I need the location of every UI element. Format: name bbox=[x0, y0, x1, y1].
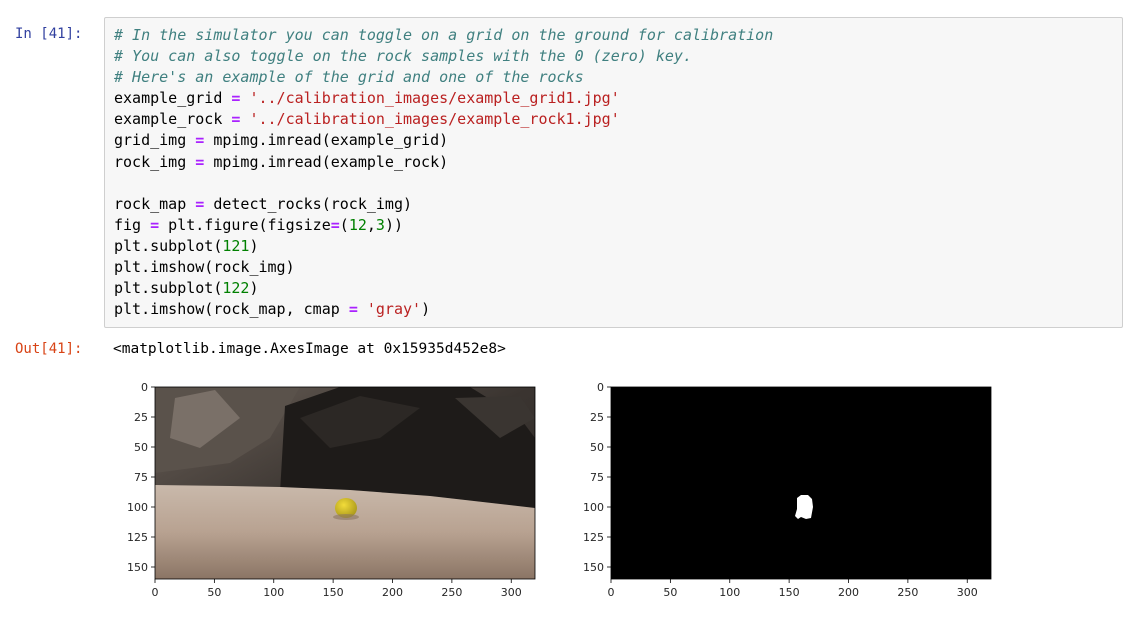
x-tick-label: 0 bbox=[152, 586, 159, 599]
code-token: , bbox=[366, 215, 376, 234]
code-token: = bbox=[348, 300, 358, 319]
x-tick-label: 300 bbox=[957, 586, 978, 599]
y-tick-label: 150 bbox=[127, 561, 148, 574]
y-tick-label: 100 bbox=[127, 501, 148, 514]
code-line: plt.subplot(121) bbox=[114, 237, 259, 255]
x-tick-label: 100 bbox=[263, 586, 284, 599]
x-tick-label: 150 bbox=[323, 586, 344, 599]
code-token: rock_map bbox=[114, 194, 196, 213]
x-tick-label: 250 bbox=[897, 586, 918, 599]
code-token: 3 bbox=[375, 215, 385, 234]
code-token: plt.imshow(rock_img) bbox=[114, 258, 295, 277]
y-tick-label: 125 bbox=[127, 531, 148, 544]
x-tick-label: 200 bbox=[838, 586, 859, 599]
rock-camera-image bbox=[155, 387, 535, 579]
code-token: ) bbox=[249, 279, 259, 298]
rock-map-axes: 0 25 50 75 100 125 150 0 50 100 150 200 250 300 bbox=[583, 381, 992, 599]
code-token: )) bbox=[384, 215, 403, 234]
x-tick-label: 250 bbox=[441, 586, 462, 599]
code-token: '../calibration_images/example_grid1.jpg… bbox=[249, 89, 620, 108]
code-token: 'gray' bbox=[366, 300, 422, 319]
code-token: mpimg.imread(example_grid) bbox=[204, 131, 449, 150]
code-token: = bbox=[195, 152, 205, 171]
y-tick-label: 25 bbox=[590, 411, 604, 424]
y-tick-label: 50 bbox=[134, 441, 148, 454]
code-line: rock_map = detect_rocks(rock_img) bbox=[114, 195, 412, 213]
y-tick-label: 125 bbox=[583, 531, 604, 544]
y-tick-label: 150 bbox=[583, 561, 604, 574]
code-token: '../calibration_images/example_rock1.jpg… bbox=[249, 110, 620, 129]
y-tick-label: 50 bbox=[590, 441, 604, 454]
code-line: plt.imshow(rock_map, cmap = 'gray') bbox=[114, 300, 430, 318]
code-line: example_grid = '../calibration_images/ex… bbox=[114, 89, 620, 107]
code-token: ) bbox=[249, 236, 259, 255]
x-tick-label: 300 bbox=[501, 586, 522, 599]
rock-map-image bbox=[611, 387, 991, 579]
x-tick-label: 0 bbox=[608, 586, 615, 599]
code-token: = bbox=[330, 215, 340, 234]
code-token: 12 bbox=[348, 215, 367, 234]
x-tick-label: 50 bbox=[663, 586, 677, 599]
code-line: # Here's an example of the grid and one … bbox=[114, 68, 584, 86]
code-token: detect_rocks(rock_img) bbox=[204, 194, 413, 213]
code-token: = bbox=[150, 215, 160, 234]
y-tick-label: 75 bbox=[134, 471, 148, 484]
y-tick-label: 0 bbox=[141, 381, 148, 394]
code-token: mpimg.imread(example_rock) bbox=[204, 152, 449, 171]
code-token: plt.imshow(rock_map, cmap bbox=[114, 300, 349, 319]
x-tick-label: 200 bbox=[382, 586, 403, 599]
y-tick-label: 25 bbox=[134, 411, 148, 424]
code-token: plt.figure(figsize bbox=[159, 215, 331, 234]
code-line: example_rock = '../calibration_images/ex… bbox=[114, 110, 620, 128]
output-figure: 0 25 50 75 100 125 150 0 50 100 150 200 250 300 0 25 5… bbox=[127, 381, 992, 599]
code-token: # In the simulator you can toggle on a g… bbox=[114, 26, 774, 44]
code-token: # You can also toggle on the rock sample… bbox=[114, 47, 692, 66]
y-tick-label: 75 bbox=[590, 471, 604, 484]
x-tick-label: 50 bbox=[207, 586, 221, 599]
detected-rock-blob bbox=[795, 495, 813, 519]
output-repr-text: <matplotlib.image.AxesImage at 0x15935d4… bbox=[113, 341, 506, 357]
code-token: 122 bbox=[222, 279, 250, 298]
code-token: = bbox=[195, 194, 205, 213]
code-token: rock_img bbox=[114, 152, 196, 171]
code-token: plt.subplot( bbox=[114, 279, 223, 298]
code-token: example_rock bbox=[114, 110, 232, 129]
code-token: 121 bbox=[222, 236, 250, 255]
code-line: fig = plt.figure(figsize=(12,3)) bbox=[114, 216, 403, 234]
in-prompt: In [41]: bbox=[15, 26, 83, 42]
y-tick-label: 0 bbox=[597, 381, 604, 394]
code-editor[interactable]: # In the simulator you can toggle on a g… bbox=[114, 25, 773, 320]
code-line: # In the simulator you can toggle on a g… bbox=[114, 26, 773, 44]
code-token: ) bbox=[421, 300, 431, 319]
x-tick-label: 150 bbox=[779, 586, 800, 599]
x-tick-label: 100 bbox=[719, 586, 740, 599]
code-token: example_grid bbox=[114, 89, 232, 108]
code-line: grid_img = mpimg.imread(example_grid) bbox=[114, 131, 448, 149]
code-token: ( bbox=[339, 215, 349, 234]
y-tick-label: 100 bbox=[583, 501, 604, 514]
code-cell-input[interactable]: # In the simulator you can toggle on a g… bbox=[104, 17, 1123, 328]
code-line: # You can also toggle on the rock sample… bbox=[114, 47, 692, 65]
code-token: plt.subplot( bbox=[114, 236, 223, 255]
code-line: plt.subplot(122) bbox=[114, 279, 259, 297]
code-line: rock_img = mpimg.imread(example_rock) bbox=[114, 153, 448, 171]
code-token: # Here's an example of the grid and one … bbox=[114, 68, 584, 87]
rock-image-axes: 0 25 50 75 100 125 150 0 50 100 150 200 250 300 bbox=[127, 381, 536, 599]
code-token: fig bbox=[114, 215, 151, 234]
code-token: = bbox=[195, 131, 205, 150]
code-token: grid_img bbox=[114, 131, 196, 150]
code-line: plt.imshow(rock_img) bbox=[114, 258, 295, 276]
out-prompt: Out[41]: bbox=[15, 341, 83, 357]
